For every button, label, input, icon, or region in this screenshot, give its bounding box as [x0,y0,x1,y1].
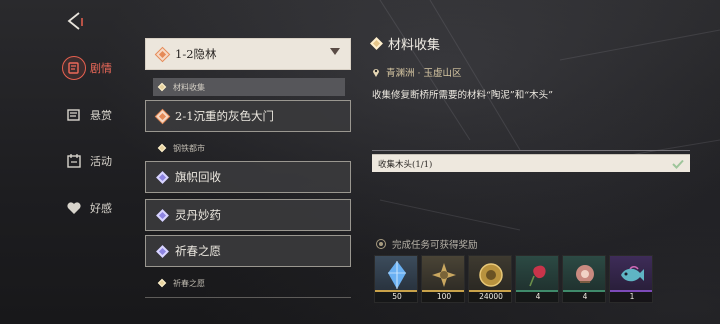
blue-crystal-icon [375,256,417,294]
detail-title-row: 材料收集 [370,34,692,53]
quest-diamond-icon [156,208,169,222]
reward-count: 50 [375,292,417,302]
quest-item[interactable]: 旗帜回收 [145,161,351,193]
reward-count: 4 [563,292,605,302]
gold-spike-icon [422,256,464,294]
sub-diamond-icon [157,278,167,288]
quest-diamond-icon [156,170,169,184]
nav-label-bounty: 悬赏 [90,109,112,122]
nav-label-activity: 活动 [90,155,112,168]
activity-icon [62,149,86,173]
reward-count: 100 [422,292,464,302]
reward-item[interactable]: 4 [562,255,606,303]
quest-diamond-icon [156,244,169,258]
quest-title: 祈春之愿 [175,244,221,258]
objective-row: 收集木头(1/1) [372,154,690,172]
quest-group-2-1[interactable]: 2-1沉重的灰色大门 [145,100,351,132]
reward-count: 1 [610,292,652,302]
quest-sub-item[interactable]: 材料收集 [153,78,345,96]
divider [145,297,351,298]
detail-title: 材料收集 [388,38,441,53]
quest-category-label: 钢铁都市 [173,143,205,153]
reward-item[interactable]: 50 [374,255,418,303]
objective-text: 收集木头(1/1) [378,159,433,170]
bounty-icon [62,103,86,127]
reward-item[interactable]: 24000 [468,255,512,303]
quest-item[interactable]: 灵丹妙药 [145,199,351,231]
nav-label-affection: 好感 [90,202,112,215]
reward-count: 4 [516,292,558,302]
heart-icon [62,196,86,220]
quest-title: 灵丹妙药 [175,208,221,222]
reward-header: 完成任务可获得奖励 [376,237,478,251]
story-scroll-icon [62,56,86,80]
sub-diamond-icon [157,143,167,153]
reward-header-text: 完成任务可获得奖励 [392,240,478,251]
quest-list: 1-2隐林 材料收集 2-1沉重的灰色大门 钢铁都市 旗帜回收 灵丹妙药 祈春之… [145,38,353,324]
quest-title: 2-1沉重的灰色大门 [175,109,275,123]
nav-item-affection[interactable]: 好感 [62,193,112,223]
chevron-down-icon [330,48,340,55]
quest-diamond-icon [156,109,169,123]
quest-category-label: 祈春之愿 [173,278,205,288]
quest-title: 1-2隐林 [175,47,217,61]
reward-item[interactable]: 4 [515,255,559,303]
nav-item-activity[interactable]: 活动 [62,146,112,176]
sub-diamond-icon [157,82,167,92]
gold-coin-icon [469,256,511,294]
check-icon [672,159,684,169]
target-ring-icon [376,239,386,249]
location-pin-icon [373,69,379,77]
detail-description: 收集修复断桥所需要的材料“陶泥”和“木头” [372,90,553,101]
quest-category: 钢铁都市 [153,139,345,157]
objective-divider [372,150,690,151]
purple-fish-icon [610,256,652,294]
quest-title: 旗帜回收 [175,170,221,184]
quest-diamond-icon [156,47,169,61]
quest-detail: 材料收集 青渊洲 · 玉虚山区 收集修复断桥所需要的材料“陶泥”和“木头” [370,34,692,101]
reward-list: 50 100 24000 4 4 1 [374,255,653,303]
reward-item[interactable]: 100 [421,255,465,303]
rose-bundle-icon [563,256,605,294]
reward-count: 24000 [469,292,511,302]
quest-sub-label: 材料收集 [173,82,205,92]
side-nav: 剧情 悬赏 活动 好感 [0,0,130,324]
title-diamond-icon [370,37,383,50]
red-flower-icon [516,256,558,294]
quest-category: 祈春之愿 [153,274,345,292]
quest-group-1-2[interactable]: 1-2隐林 [145,38,351,70]
detail-location: 青渊洲 · 玉虚山区 [386,68,462,79]
detail-location-row: 青渊洲 · 玉虚山区 [372,65,692,79]
quest-item[interactable]: 祈春之愿 [145,235,351,267]
reward-item[interactable]: 1 [609,255,653,303]
nav-item-story[interactable]: 剧情 [62,53,112,83]
nav-label-story: 剧情 [90,62,112,75]
nav-item-bounty[interactable]: 悬赏 [62,100,112,130]
